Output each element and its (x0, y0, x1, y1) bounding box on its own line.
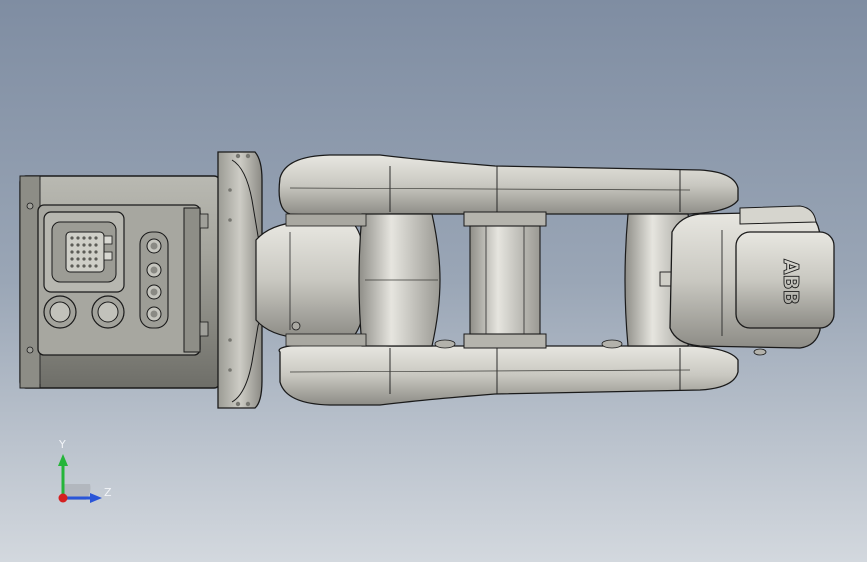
air-port-left[interactable] (43, 295, 77, 329)
lower-arm-link[interactable] (278, 339, 767, 406)
wrist-housing[interactable]: ABB (669, 205, 835, 349)
joint-1-neck[interactable] (255, 221, 367, 339)
graphics-viewport[interactable]: ABB Y Z (0, 0, 867, 562)
upper-arm-link[interactable] (278, 154, 739, 216)
signal-connector[interactable] (43, 211, 125, 293)
abb-logo: ABB (779, 259, 803, 305)
z-axis-label: Z (104, 486, 112, 499)
origin-point (58, 493, 68, 503)
y-axis-label: Y (59, 438, 66, 451)
orientation-triad: Y Z (50, 438, 120, 510)
robot-arm-model[interactable]: ABB (0, 0, 867, 562)
air-port-right[interactable] (91, 295, 125, 329)
robot-base[interactable] (19, 175, 221, 389)
link-spacer[interactable] (463, 211, 547, 349)
